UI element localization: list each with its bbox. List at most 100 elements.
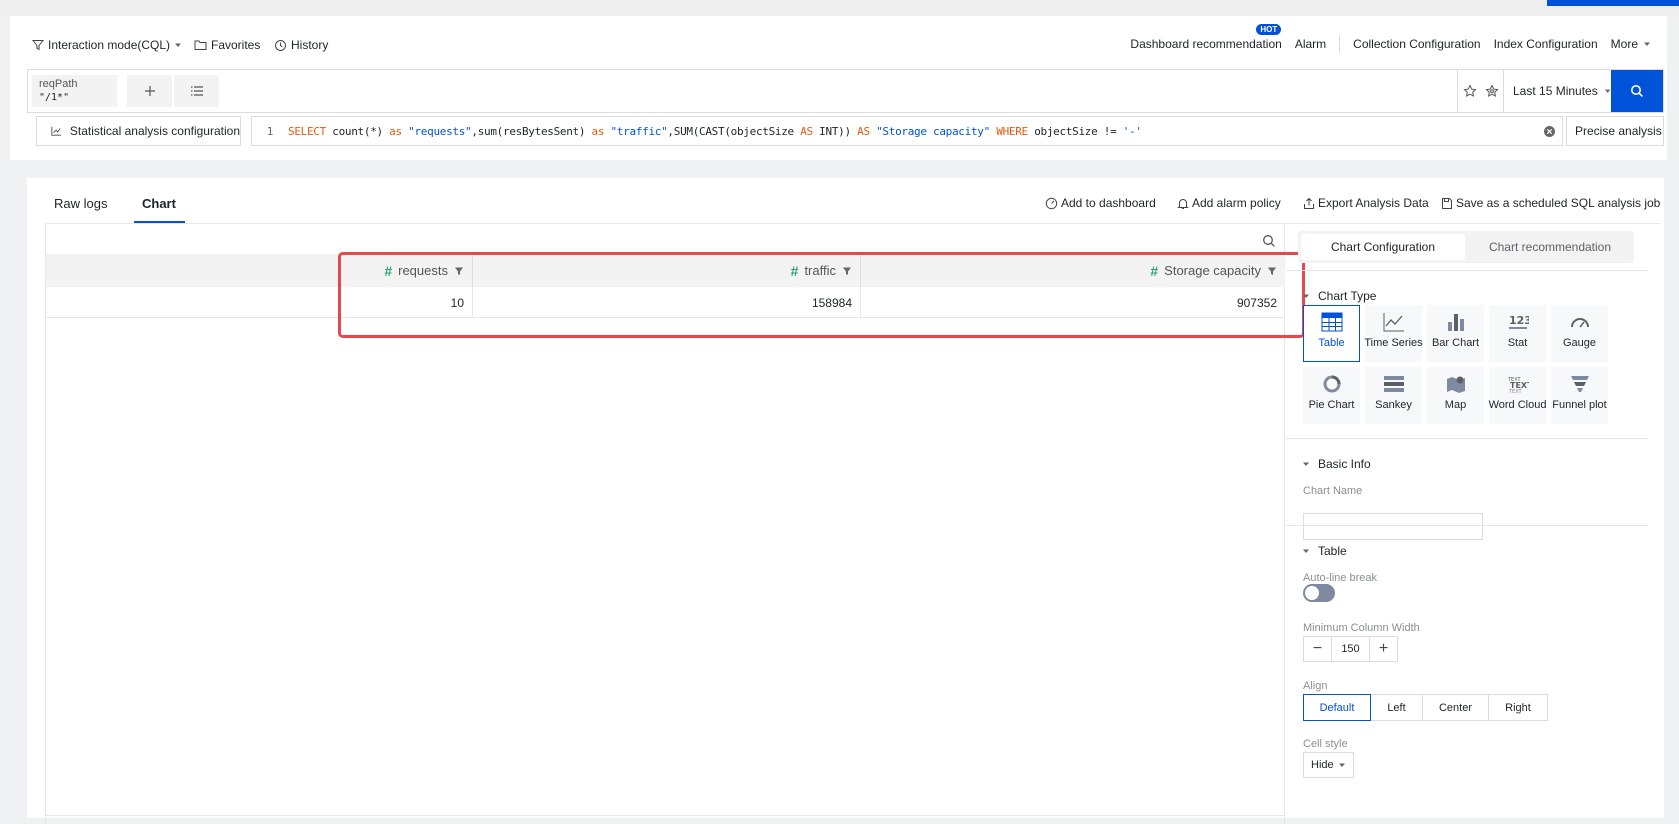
query-star-actions <box>1457 70 1503 112</box>
top-blue-bar <box>1547 0 1679 6</box>
time-range-select[interactable]: Last 15 Minutes <box>1503 70 1611 112</box>
config-tabs: Chart Configuration Chart recommendation <box>1298 231 1634 263</box>
search-button[interactable] <box>1611 70 1663 112</box>
search-panel: Interaction mode(CQL) Favorites History … <box>10 16 1667 160</box>
search-icon[interactable] <box>1262 234 1276 248</box>
save-icon <box>1442 197 1452 209</box>
index-configuration-link[interactable]: Index Configuration <box>1494 37 1598 51</box>
sankey-icon <box>1383 376 1404 392</box>
dashboard-icon <box>1045 197 1058 209</box>
align-left-button[interactable]: Left <box>1370 694 1423 721</box>
search-icon <box>1631 85 1643 97</box>
chart-name-input[interactable] <box>1303 513 1483 540</box>
sql-token: INT)) <box>812 124 858 138</box>
more-label: More <box>1610 37 1638 51</box>
table-section-title: Table <box>1318 544 1347 558</box>
chart-type-label: Word Cloud <box>1488 399 1547 411</box>
filter-list-button[interactable] <box>174 75 219 107</box>
more-dropdown[interactable]: More <box>1611 37 1651 51</box>
sql-token: as <box>389 124 402 138</box>
funnel-icon <box>1570 376 1589 392</box>
chart-type-time-series[interactable]: Time Series <box>1364 305 1423 362</box>
collection-configuration-link[interactable]: Collection Configuration <box>1353 37 1480 51</box>
filter-tag-key: reqPath <box>39 78 78 90</box>
bar-chart-icon <box>1447 314 1464 331</box>
table-section-header[interactable]: Table <box>1302 544 1347 558</box>
filter-tag[interactable]: reqPath "/1*" <box>32 75 117 107</box>
align-default-button[interactable]: Default <box>1303 694 1371 721</box>
statistical-analysis-config-button[interactable]: Statistical analysis configuration <box>36 116 241 146</box>
chart-name-label: Chart Name <box>1303 485 1363 497</box>
caret-down-icon <box>1644 42 1650 46</box>
chart-type-bar-chart[interactable]: Bar Chart <box>1427 305 1484 362</box>
sql-token: AS <box>857 124 870 138</box>
save-scheduled-sql-job-button[interactable]: Save as a scheduled SQL analysis job <box>1441 196 1660 210</box>
tab-chart[interactable]: Chart <box>142 196 176 211</box>
sql-editor[interactable]: 1 SELECT count(*) as "requests",sum(resB… <box>251 116 1563 146</box>
add-alarm-policy-button[interactable]: Add alarm policy <box>1177 196 1281 210</box>
chart-type-section-header[interactable]: Chart Type <box>1302 289 1376 303</box>
chart-type-funnel-plot[interactable]: Funnel plot <box>1551 367 1608 424</box>
highlight-annotation-box <box>338 252 1305 338</box>
chart-type-label: Map <box>1444 399 1467 411</box>
clear-icon[interactable] <box>1543 125 1556 138</box>
analysis-mode-label: Precise analysis <box>1575 124 1662 138</box>
chart-type-label: Sankey <box>1375 399 1412 411</box>
history-button[interactable]: History <box>274 36 328 54</box>
sql-token: '-' <box>1122 124 1142 138</box>
chart-type-label: Gauge <box>1562 337 1597 349</box>
export-analysis-data-button[interactable]: Export Analysis Data <box>1303 196 1429 210</box>
tab-chart-configuration[interactable]: Chart Configuration <box>1301 234 1465 260</box>
tab-raw-logs[interactable]: Raw logs <box>54 196 107 211</box>
tab-chart-recommendation[interactable]: Chart recommendation <box>1468 234 1632 260</box>
chart-type-pie-chart[interactable]: Pie Chart <box>1303 367 1360 424</box>
sql-token: AS <box>800 124 813 138</box>
chart-type-label: Time Series <box>1364 337 1423 349</box>
chart-type-table[interactable]: Table <box>1303 305 1360 362</box>
chart-type-map[interactable]: Map <box>1427 367 1484 424</box>
analysis-mode-select[interactable]: Precise analysis <box>1566 116 1664 146</box>
chart-type-gauge[interactable]: Gauge <box>1551 305 1608 362</box>
query-box[interactable]: reqPath "/1*" Last 15 Minutes <box>27 69 1664 113</box>
divider <box>1339 36 1341 52</box>
min-column-width-value[interactable]: 150 <box>1331 637 1370 661</box>
hot-badge: HOT <box>1256 24 1282 35</box>
auto-line-break-toggle[interactable] <box>1303 584 1335 602</box>
star-icon[interactable] <box>1462 84 1477 98</box>
chart-type-sankey[interactable]: Sankey <box>1365 367 1422 424</box>
decrement-button[interactable]: − <box>1304 637 1331 661</box>
align-center-button[interactable]: Center <box>1422 694 1489 721</box>
toggle-knob <box>1305 586 1319 600</box>
query-right-controls: Last 15 Minutes <box>1457 70 1663 112</box>
caret-down-icon <box>1604 89 1611 93</box>
min-column-width-label: Minimum Column Width <box>1303 622 1420 634</box>
align-right-button[interactable]: Right <box>1488 694 1548 721</box>
favorites-label: Favorites <box>211 38 261 52</box>
table-bottom-border <box>46 815 1285 816</box>
add-filter-button[interactable] <box>127 75 172 107</box>
chart-type-word-cloud[interactable]: TEXTTEXTTEXT Word Cloud <box>1489 367 1546 424</box>
cell-style-select[interactable]: Hide <box>1303 752 1354 778</box>
time-series-icon <box>1383 313 1404 332</box>
dashboard-recommendation-link[interactable]: Dashboard recommendation HOT <box>1130 24 1282 51</box>
basic-info-section-header[interactable]: Basic Info <box>1302 457 1371 471</box>
filter-tag-value: "/1*" <box>39 92 70 103</box>
add-to-dashboard-button[interactable]: Add to dashboard <box>1045 196 1156 210</box>
sql-token: "Storage capacity" <box>876 124 990 138</box>
favorites-button[interactable]: Favorites <box>194 36 260 54</box>
divider <box>1286 270 1648 271</box>
bell-icon <box>1177 198 1189 209</box>
sql-line-number: 1 <box>266 124 274 138</box>
sql-token: "requests" <box>408 124 472 138</box>
alarm-link[interactable]: Alarm <box>1295 37 1326 51</box>
interaction-mode-dropdown[interactable]: Interaction mode(CQL) <box>32 36 182 54</box>
chart-type-label: Funnel plot <box>1552 399 1607 411</box>
settings-icon[interactable] <box>1484 84 1499 98</box>
auto-line-break-label: Auto-line break <box>1303 572 1377 584</box>
min-column-width-stepper: − 150 + <box>1303 636 1398 662</box>
folder-icon <box>194 40 207 50</box>
chart-type-stat[interactable]: 123 Stat <box>1489 305 1546 362</box>
increment-button[interactable]: + <box>1370 637 1397 661</box>
sql-token: WHERE <box>996 124 1028 138</box>
sql-token: objectSize != <box>1027 124 1123 138</box>
